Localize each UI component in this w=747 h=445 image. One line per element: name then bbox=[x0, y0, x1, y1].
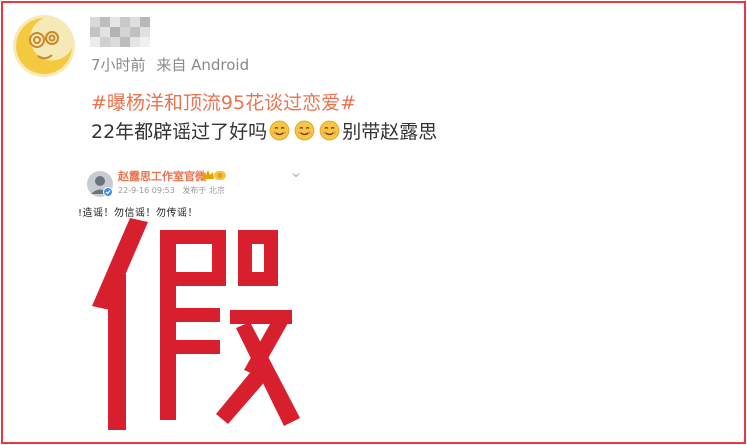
post-text-after: 别带赵露思 bbox=[342, 121, 438, 143]
post-meta: 7小时前 来自 Android bbox=[91, 54, 255, 75]
crown-badge-icon bbox=[202, 170, 226, 180]
smiling-face-icon bbox=[294, 120, 315, 141]
user-avatar[interactable] bbox=[12, 14, 76, 78]
chevron-down-icon bbox=[292, 173, 300, 178]
topic-hashtag-link[interactable]: #曝杨洋和顶流95花谈过恋爱# bbox=[91, 88, 356, 115]
embed-meta: 22-9-16 09:53 发布于 北京 bbox=[118, 185, 230, 196]
fake-character-graphic bbox=[92, 218, 300, 430]
embed-account-name: 赵露思工作室官微 bbox=[118, 170, 206, 183]
smiling-face-icon bbox=[319, 120, 340, 141]
embed-avatar bbox=[87, 171, 113, 197]
embed-location: 发布于 北京 bbox=[182, 186, 225, 195]
post-text: 22年都辟谣过了好吗 别带赵露思 bbox=[91, 117, 437, 144]
post-text-before: 22年都辟谣过了好吗 bbox=[91, 121, 268, 143]
smiling-face-icon bbox=[269, 120, 290, 141]
embed-date: 22-9-16 09:53 bbox=[118, 186, 175, 195]
post-time[interactable]: 7小时前 bbox=[91, 56, 146, 74]
embed-statement: !造谣！勿信谣！勿传谣！ bbox=[78, 208, 199, 219]
attached-image[interactable]: 赵露思工作室官微 22-9-16 09:53 发布于 北京 !造谣！勿信谣！勿传… bbox=[78, 158, 303, 430]
username-blurred[interactable] bbox=[90, 17, 158, 47]
post-source: 来自 Android bbox=[156, 56, 250, 74]
